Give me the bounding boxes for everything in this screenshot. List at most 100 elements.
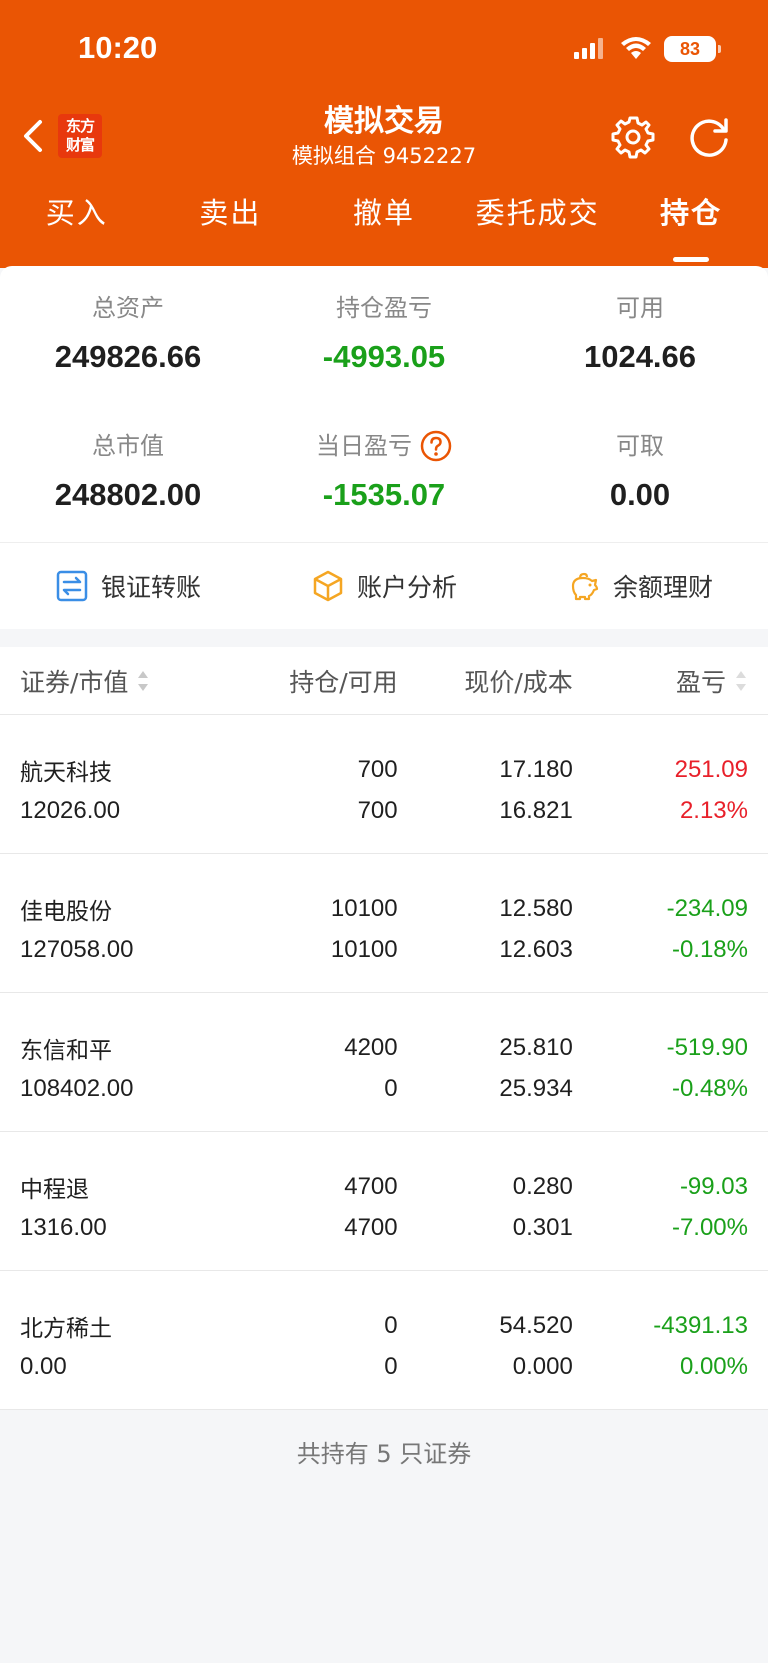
position-pnl: 持仓盈亏 -4993.05 [256,292,512,378]
market-value: 0.00 [20,1352,67,1380]
current-price: 17.180 [499,755,573,783]
quick-tools: 银证转账 账户分析 余额理财 [0,542,768,629]
market-value-value: 248802.00 [54,477,202,512]
available-qty: 0 [384,1352,398,1380]
withdrawable-value: 0.00 [609,477,671,512]
position-pnl-label: 持仓盈亏 [336,294,432,322]
tab-sell[interactable]: 卖出 [154,175,308,268]
total-assets-value: 249826.66 [54,339,202,374]
tab-buy[interactable]: 买入 [0,175,154,268]
security-name: 航天科技 [20,759,112,786]
pnl-amount: -234.09 [666,894,748,922]
available-label: 可用 [616,294,664,322]
cost-price: 0.000 [512,1352,573,1380]
row-line-bottom: 12026.00 700 16.821 2.13% [20,790,748,831]
cost-price: 0.301 [512,1213,573,1241]
bank-transfer-button[interactable]: 银证转账 [0,568,256,604]
header-position: 持仓/可用 [289,667,398,697]
battery-indicator: 83 [664,36,721,62]
pnl-percent: 0.00% [679,1352,748,1380]
daily-pnl-label-wrap: 当日盈亏 [256,430,512,462]
header-pnl-label: 盈亏 [675,667,726,697]
position-pnl-value: -4993.05 [322,339,446,374]
total-assets: 总资产 249826.66 [0,292,256,378]
available-qty: 4700 [344,1213,398,1241]
refresh-icon[interactable] [686,114,732,160]
nav-bar: 东方 财富 模拟交易 模拟组合 9452227 [0,100,768,175]
wifi-icon [621,37,651,59]
pnl-percent: -0.18% [671,935,748,963]
holdings-count: 共持有 5 只证券 [296,1440,472,1468]
gear-icon[interactable] [610,114,656,160]
available-funds: 可用 1024.66 [512,292,768,378]
current-price: 25.810 [499,1033,573,1061]
position-qty: 4700 [344,1172,398,1200]
header-price: 现价/成本 [464,667,573,697]
bank-transfer-label: 银证转账 [100,573,201,602]
table-row[interactable]: 航天科技 700 17.180 251.09 12026.00 700 16.8… [0,715,768,854]
cost-price: 12.603 [499,935,573,963]
status-time: 10:20 [78,30,158,65]
pnl-amount: 251.09 [674,755,748,783]
security-name: 中程退 [20,1176,89,1203]
available-qty: 700 [357,796,398,824]
pnl-percent: -7.00% [671,1213,748,1241]
header-security[interactable]: 证券/市值 [20,663,239,699]
table-row[interactable]: 东信和平 4200 25.810 -519.90 108402.00 0 25.… [0,993,768,1132]
row-line-top: 航天科技 700 17.180 251.09 [20,749,748,790]
current-price: 54.520 [499,1311,573,1339]
account-summary: 总资产 249826.66 持仓盈亏 -4993.05 可用 1024.66 总… [0,266,768,542]
table-row[interactable]: 佳电股份 10100 12.580 -234.09 127058.00 1010… [0,854,768,993]
pnl-amount: -99.03 [679,1172,748,1200]
header-pnl[interactable]: 盈亏 [573,663,748,699]
pnl-percent: -0.48% [671,1074,748,1102]
withdrawable-label: 可取 [616,432,664,460]
security-name: 佳电股份 [20,898,112,925]
security-name: 北方稀土 [20,1315,112,1342]
cost-price: 16.821 [499,796,573,824]
position-qty: 10100 [330,894,398,922]
row-line-top: 中程退 4700 0.280 -99.03 [20,1166,748,1207]
sort-icon [138,670,149,691]
row-line-top: 北方稀土 0 54.520 -4391.13 [20,1305,748,1346]
security-name: 东信和平 [20,1037,112,1064]
account-analysis-label: 账户分析 [356,573,457,602]
available-qty: 10100 [330,935,398,963]
tab-positions[interactable]: 持仓 [614,175,768,268]
pnl-amount: -4391.13 [653,1311,748,1339]
current-price: 12.580 [499,894,573,922]
available-value: 1024.66 [583,339,697,374]
table-row[interactable]: 北方稀土 0 54.520 -4391.13 0.00 0 0.000 0.00… [0,1271,768,1410]
header-security-label: 证券/市值 [20,667,129,697]
current-price: 0.280 [512,1172,573,1200]
market-value: 12026.00 [20,796,121,824]
market-value: 108402.00 [20,1074,134,1102]
position-qty: 700 [357,755,398,783]
transfer-icon [56,570,88,602]
header: 10:20 83 东方 财富 模拟交易 模拟组合 9452227 买入 卖出 撤… [0,0,768,268]
available-qty: 0 [384,1074,398,1102]
daily-pnl: 当日盈亏 -1535.07 [256,430,512,516]
status-bar: 10:20 83 [0,0,768,100]
table-row[interactable]: 中程退 4700 0.280 -99.03 1316.00 4700 0.301… [0,1132,768,1271]
cellular-signal-icon [574,38,603,59]
position-qty: 0 [384,1311,398,1339]
row-line-bottom: 0.00 0 0.000 0.00% [20,1346,748,1387]
account-analysis-button[interactable]: 账户分析 [256,568,512,604]
tab-orders-deals[interactable]: 委托成交 [461,175,615,268]
cube-icon [313,570,343,602]
daily-pnl-label: 当日盈亏 [316,432,412,460]
status-icons: 83 [574,36,721,62]
market-value-label: 总市值 [92,432,164,460]
tab-cancel-order[interactable]: 撤单 [307,175,461,268]
balance-wealth-button[interactable]: 余额理财 [512,568,768,604]
row-line-top: 佳电股份 10100 12.580 -234.09 [20,888,748,929]
total-assets-label: 总资产 [92,294,164,322]
market-value: 1316.00 [20,1213,107,1241]
row-line-bottom: 127058.00 10100 12.603 -0.18% [20,929,748,970]
row-line-top: 东信和平 4200 25.810 -519.90 [20,1027,748,1068]
piggy-bank-icon [571,572,599,601]
row-line-bottom: 108402.00 0 25.934 -0.48% [20,1068,748,1109]
trade-tabs: 买入 卖出 撤单 委托成交 持仓 [0,175,768,268]
question-mark-icon[interactable] [420,430,452,462]
